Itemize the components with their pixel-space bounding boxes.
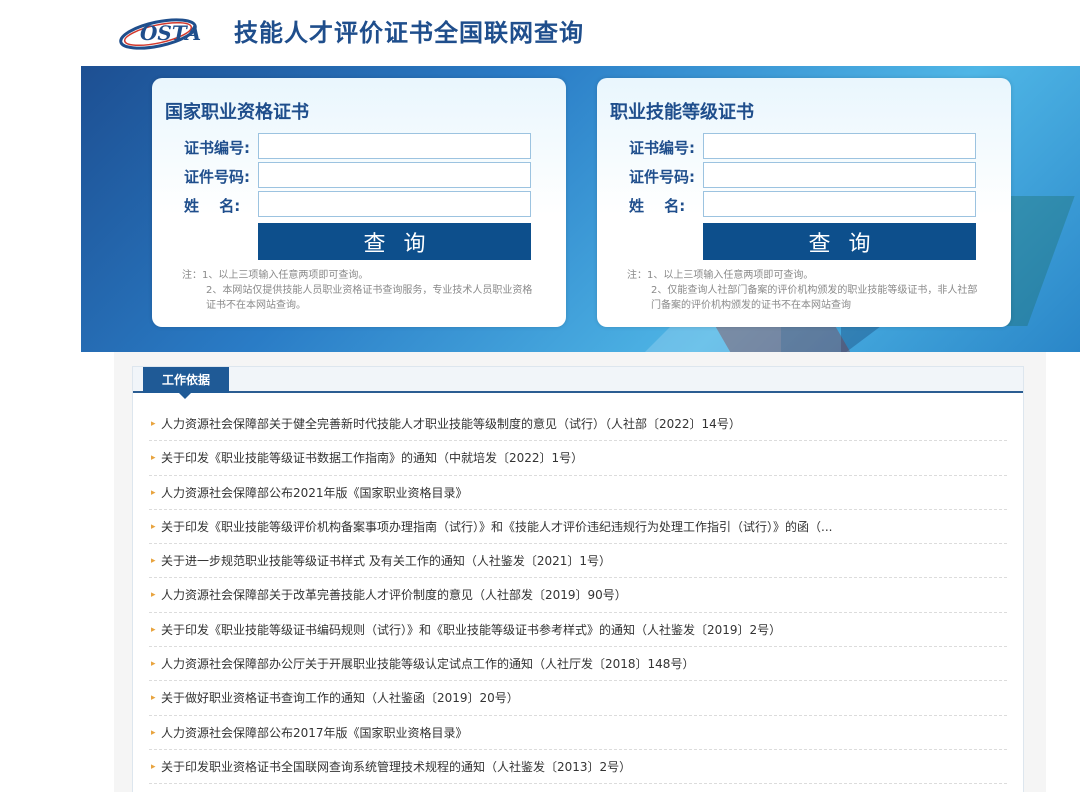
query-note: 注：1、以上三项输入任意两项即可查询。 2、仅能查询人社部门备案的评价机构颁发的…	[627, 268, 987, 313]
list-item[interactable]: ▸ 人力资源社会保障部关于健全完善新时代技能人才职业技能等级制度的意见（试行）（人…	[149, 407, 1007, 442]
work-basis-panel: 工作依据 ▸ 人力资源社会保障部关于健全完善新时代技能人才职业技能等级制度的意见（…	[132, 366, 1024, 792]
list-item[interactable]: ▸ 人力资源社会保障部公布2017年版《国家职业资格目录》	[149, 716, 1007, 750]
list-item-link[interactable]: 关于印发《职业技能等级证书数据工作指南》的通知（中就培发〔2022〕1号）	[161, 451, 583, 465]
bullet-arrow-icon: ▸	[151, 453, 156, 464]
bullet-arrow-icon: ▸	[151, 624, 156, 635]
note-line: 2、本网站仅提供技能人员职业资格证书查询服务，专业技术人员职业资格证书不在本网站…	[206, 285, 533, 311]
site-header: OSTA 技能人才评价证书全国联网查询	[0, 0, 1080, 66]
list-item[interactable]: ▸ 人力资源社会保障部公布2021年版《国家职业资格目录》	[149, 476, 1007, 510]
list-item[interactable]: ▸ 人力资源社会保障部关于改革完善技能人才评价制度的意见（人社部发〔2019〕90…	[149, 578, 1007, 613]
list-item[interactable]: ▸ 关于进一步规范职业技能等级证书样式 及有关工作的通知（人社鉴发〔2021〕1号…	[149, 544, 1007, 579]
card-title: 国家职业资格证书	[165, 102, 309, 123]
certificate-number-label: 证书编号:	[629, 139, 695, 157]
bullet-arrow-icon: ▸	[151, 521, 156, 532]
note-line: 注：1、以上三项输入任意两项即可查询。	[182, 270, 369, 281]
query-button[interactable]: 查询	[703, 223, 976, 260]
name-label: 姓 名:	[629, 197, 686, 215]
id-number-input[interactable]	[258, 162, 531, 188]
list-item-link[interactable]: 关于进一步规范职业技能等级证书样式 及有关工作的通知（人社鉴发〔2021〕1号）	[161, 554, 611, 568]
query-button[interactable]: 查询	[258, 223, 531, 260]
list-item[interactable]: ▸ 关于做好职业资格证书查询工作的通知（人社鉴函〔2019〕20号）	[149, 681, 1007, 716]
query-note: 注：1、以上三项输入任意两项即可查询。 2、本网站仅提供技能人员职业资格证书查询…	[182, 268, 542, 313]
name-label: 姓 名:	[184, 197, 241, 215]
certificate-number-input[interactable]	[258, 133, 531, 159]
note-line: 2、仅能查询人社部门备案的评价机构颁发的职业技能等级证书，非人社部门备案的评价机…	[651, 285, 978, 311]
osta-logo[interactable]: OSTA	[118, 10, 226, 52]
id-number-label: 证件号码:	[184, 168, 250, 186]
bullet-arrow-icon: ▸	[151, 761, 156, 772]
list-item-link[interactable]: 人力资源社会保障部关于健全完善新时代技能人才职业技能等级制度的意见（试行）（人社…	[161, 417, 741, 431]
content-area: 工作依据 ▸ 人力资源社会保障部关于健全完善新时代技能人才职业技能等级制度的意见（…	[114, 352, 1046, 792]
list-item[interactable]: ▸ 关于印发《职业技能等级证书数据工作指南》的通知（中就培发〔2022〕1号）	[149, 441, 1007, 476]
list-item-link[interactable]: 人力资源社会保障部办公厅关于开展职业技能等级认定试点工作的通知（人社厅发〔201…	[161, 657, 694, 671]
name-input[interactable]	[258, 191, 531, 217]
national-vocational-qualification-card: 国家职业资格证书 证书编号: 证件号码: 姓 名: 查询 注：1、以上三项输入任…	[152, 78, 566, 327]
list-item[interactable]: ▸ 关于印发职业资格证书全国联网查询系统管理技术规程的通知（人社鉴发〔2013〕2…	[149, 750, 1007, 785]
work-basis-list: ▸ 人力资源社会保障部关于健全完善新时代技能人才职业技能等级制度的意见（试行）（人…	[149, 407, 1007, 785]
tab-work-basis[interactable]: 工作依据	[143, 367, 229, 399]
bullet-arrow-icon: ▸	[151, 590, 156, 601]
id-number-input[interactable]	[703, 162, 976, 188]
list-item-link[interactable]: 关于印发《职业技能等级证书编码规则（试行）》和《职业技能等级证书参考样式》的通知…	[161, 623, 781, 637]
list-item-link[interactable]: 人力资源社会保障部公布2021年版《国家职业资格目录》	[161, 486, 468, 500]
certificate-number-input[interactable]	[703, 133, 976, 159]
bullet-arrow-icon: ▸	[151, 659, 156, 670]
list-item[interactable]: ▸ 人力资源社会保障部办公厅关于开展职业技能等级认定试点工作的通知（人社厅发〔20…	[149, 647, 1007, 682]
list-item-link[interactable]: 关于印发职业资格证书全国联网查询系统管理技术规程的通知（人社鉴发〔2013〕2号…	[161, 760, 631, 774]
bullet-arrow-icon: ▸	[151, 487, 156, 498]
list-item-link[interactable]: 人力资源社会保障部公布2017年版《国家职业资格目录》	[161, 726, 468, 740]
id-number-label: 证件号码:	[629, 168, 695, 186]
svg-text:OSTA: OSTA	[140, 21, 201, 45]
bullet-arrow-icon: ▸	[151, 419, 156, 429]
bullet-arrow-icon: ▸	[151, 556, 156, 567]
list-item[interactable]: ▸ 关于印发《职业技能等级评价机构备案事项办理指南（试行）》和《技能人才评价违纪违…	[149, 510, 1007, 545]
card-title: 职业技能等级证书	[610, 102, 754, 123]
bullet-arrow-icon: ▸	[151, 727, 156, 738]
list-item-link[interactable]: 人力资源社会保障部关于改革完善技能人才评价制度的意见（人社部发〔2019〕90号…	[161, 588, 627, 602]
vocational-skill-level-card: 职业技能等级证书 证书编号: 证件号码: 姓 名: 查询 注：1、以上三项输入任…	[597, 78, 1011, 327]
list-item-link[interactable]: 关于印发《职业技能等级评价机构备案事项办理指南（试行）》和《技能人才评价违纪违规…	[161, 520, 832, 534]
note-line: 注：1、以上三项输入任意两项即可查询。	[627, 270, 814, 281]
list-item-link[interactable]: 关于做好职业资格证书查询工作的通知（人社鉴函〔2019〕20号）	[161, 691, 519, 705]
panel-header: 工作依据	[133, 367, 1023, 399]
name-input[interactable]	[703, 191, 976, 217]
bullet-arrow-icon: ▸	[151, 693, 156, 704]
list-item[interactable]: ▸ 关于印发《职业技能等级证书编码规则（试行）》和《职业技能等级证书参考样式》的通…	[149, 613, 1007, 648]
certificate-number-label: 证书编号:	[184, 139, 250, 157]
site-title: 技能人才评价证书全国联网查询	[234, 19, 584, 47]
